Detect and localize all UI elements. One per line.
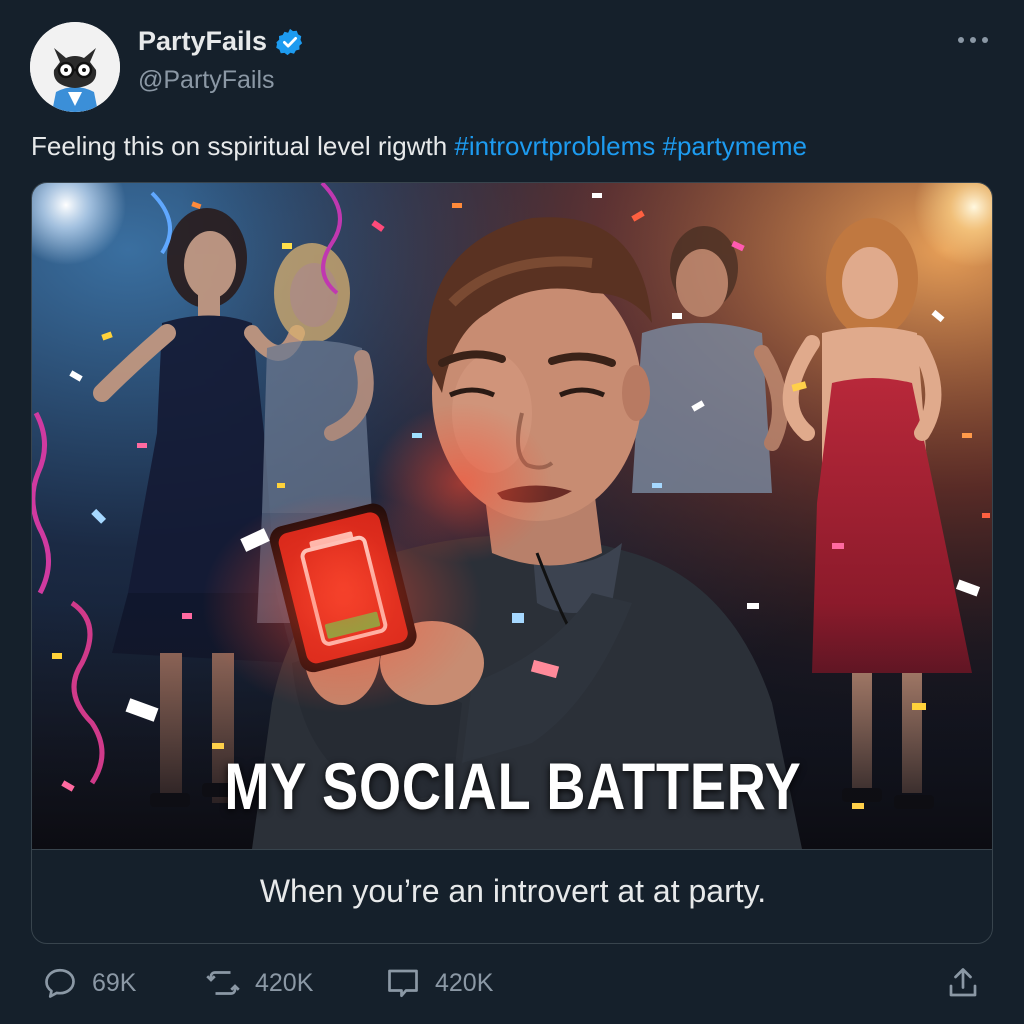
action-bar: 69K 420K 420K <box>0 965 1024 1015</box>
post-text-body: Feeling this on sspiritual level rigwth <box>31 131 455 161</box>
hashtag-link[interactable]: #introvrtproblems <box>454 131 655 161</box>
handle[interactable]: @PartyFails <box>138 66 275 95</box>
more-options-icon[interactable] <box>956 30 990 50</box>
post-card: PartyFails @PartyFails Feeling this on s… <box>0 0 1024 1024</box>
reply-count: 69K <box>92 968 137 997</box>
verified-badge-icon <box>276 28 303 55</box>
retweet-icon <box>206 971 240 995</box>
meme-caption-text: MY SOCIAL BATTERY <box>224 749 802 823</box>
display-name[interactable]: PartyFails <box>138 26 267 57</box>
retweet-button[interactable]: 420K <box>205 965 313 1001</box>
hashtag-link[interactable]: #partymeme <box>663 131 808 161</box>
share-icon <box>949 968 977 997</box>
comment-icon <box>388 969 418 998</box>
comment-button[interactable]: 420K <box>385 965 493 1001</box>
name-row: PartyFails <box>138 26 305 57</box>
reply-button[interactable]: 69K <box>42 965 136 1001</box>
comment-count: 420K <box>435 968 494 997</box>
reply-icon <box>45 968 75 998</box>
share-button[interactable] <box>945 965 981 1001</box>
meme-image[interactable]: MY SOCIAL BATTERY <box>32 183 992 849</box>
media-card[interactable]: MY SOCIAL BATTERY When you’re an introve… <box>31 182 993 944</box>
post-text: Feeling this on sspiritual level rigwth … <box>31 131 807 162</box>
avatar[interactable] <box>30 22 120 112</box>
card-divider <box>32 849 992 850</box>
retweet-count: 420K <box>255 968 314 997</box>
cat-with-glasses-icon <box>30 22 120 112</box>
media-caption: When you’re an introvert at at party. <box>259 873 767 909</box>
